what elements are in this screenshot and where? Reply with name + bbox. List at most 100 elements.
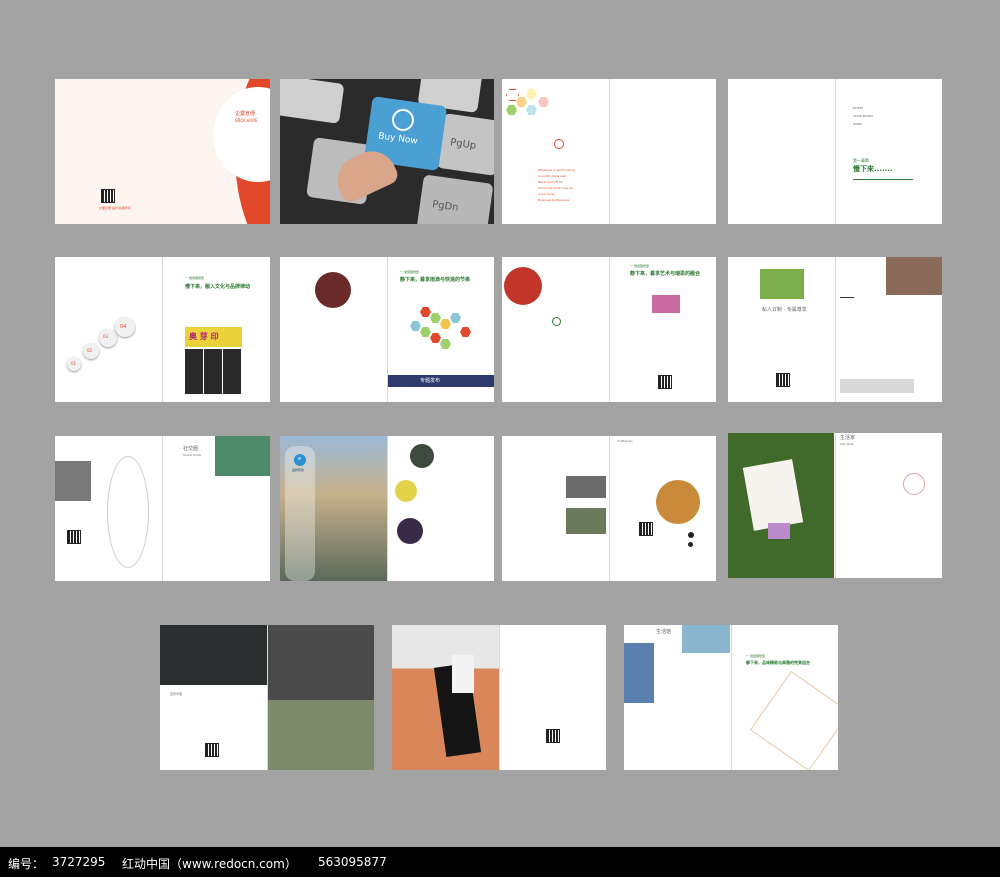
store-sign-text: 奥 芽 印	[189, 332, 219, 341]
outline-triangle	[749, 670, 838, 770]
navy-band	[388, 375, 494, 387]
round-photo	[410, 444, 434, 468]
card-photo	[566, 476, 606, 498]
hex-cell	[420, 327, 431, 337]
qr-code	[546, 729, 560, 743]
page-lifestyle: 生活家 Life style	[728, 433, 942, 578]
hex-orange	[516, 97, 527, 107]
section-sub: Social circle	[183, 453, 201, 457]
outline-circle	[903, 473, 925, 495]
gift-card	[742, 459, 804, 531]
dot-black	[688, 542, 693, 547]
watermark-number: 3727295	[52, 855, 106, 869]
round-photo	[656, 480, 700, 524]
spine	[835, 257, 836, 402]
spread-title: 慢下来，融入文化与品牌律动	[185, 284, 251, 290]
intro-line: is worth doing well	[538, 174, 567, 178]
hex-blue	[526, 105, 537, 115]
page-closing: 生活馆 一 慢慢理想型 静下来，品味精致与典雅的完美组合	[624, 625, 838, 770]
qr-code	[776, 373, 790, 387]
chapter-label: 第一章節	[853, 158, 869, 163]
step-number: 03	[103, 334, 109, 339]
people-photo	[682, 625, 730, 653]
product-photo	[652, 295, 680, 313]
cards-photo	[55, 461, 91, 501]
leaflet-photo	[624, 643, 654, 703]
spine	[267, 625, 268, 770]
hex-cell	[430, 333, 441, 343]
spread-title: 静下来，着享雨滴与快速的节奏	[400, 277, 471, 283]
divider	[840, 297, 854, 298]
kicker: 一 慢慢理想型	[185, 276, 204, 280]
keyboard-key-pgdn	[416, 174, 494, 224]
spine	[731, 625, 732, 770]
spread-title: 静下来，品味精致与典雅的完美组合	[746, 660, 810, 665]
hex-pink	[538, 97, 549, 107]
chapter-rule	[853, 179, 913, 180]
spine	[835, 433, 836, 578]
cover-subtitle: BROCHURE	[235, 118, 258, 123]
spine	[609, 436, 610, 581]
spine	[162, 257, 163, 402]
dot-black	[688, 532, 694, 538]
page-chapter1: NOTES SLOW DOWN WORK 第一章節 慢下來.......	[728, 79, 942, 224]
spine	[835, 79, 836, 224]
ie-logo-icon	[392, 109, 414, 131]
cover-footer: 企業宣傳 設計 版權所有	[99, 206, 131, 210]
spine	[499, 625, 500, 770]
page-quiet-time: 一 慢慢理想型 静下来，着享雨滴与快速的节奏 专题发布	[280, 257, 494, 402]
hex-cell	[440, 319, 451, 329]
crafts-header: Craftsman	[617, 439, 633, 443]
section-heading: 社交圈	[183, 446, 199, 452]
hex-cell	[450, 313, 461, 323]
qr-code	[658, 375, 672, 389]
page-quiet-art: 一 慢慢理想型 静下来，着享艺术与瑞思的融合	[502, 257, 716, 402]
brochure-photo	[267, 625, 374, 700]
chapter-note: NOTES	[853, 106, 864, 110]
page-brochure-spread: 宣传手册	[160, 625, 374, 770]
cover-title: 企業宣傳	[235, 111, 256, 117]
round-photo	[504, 267, 542, 305]
photo-grid	[185, 349, 242, 394]
kicker: 一 慢慢理想型	[630, 264, 649, 268]
product-strip	[840, 379, 914, 393]
chapter-title: 慢下來.......	[853, 165, 893, 173]
page-crafts: Craftsman	[502, 436, 716, 581]
hex-red	[506, 89, 519, 101]
watermark-id: 563095877	[318, 855, 387, 869]
page-community: 社交圈 Social circle	[55, 436, 270, 581]
chapter-note: WORK	[853, 122, 863, 126]
brochure-photo	[160, 625, 267, 685]
hex-cell	[460, 327, 471, 337]
spine	[387, 436, 388, 581]
round-photo	[397, 518, 423, 544]
hex-cell	[420, 307, 431, 317]
hex-cell	[440, 339, 451, 349]
qr-code	[67, 530, 81, 544]
hex-cell	[430, 313, 441, 323]
brochure-photo	[267, 700, 374, 770]
closing-heading: 生活馆	[656, 629, 672, 635]
cover-qr-code	[101, 189, 115, 203]
spine	[609, 257, 610, 402]
city-logo: e	[298, 456, 302, 462]
page-sand	[392, 625, 606, 770]
step-number: 04	[120, 324, 127, 330]
spine	[162, 436, 163, 581]
intro-line: Never put off till	[538, 180, 563, 184]
watermark-number-label: 编号：	[8, 857, 45, 871]
gift-box	[768, 523, 790, 539]
band-label: 专题发布	[420, 378, 441, 384]
step-number: 01	[71, 361, 77, 366]
intro-line: done today	[538, 192, 555, 196]
white-block	[452, 655, 474, 693]
intro-line: Business to Business	[538, 198, 570, 202]
hex-cell	[410, 321, 421, 331]
round-photo	[395, 480, 417, 502]
target-icon	[552, 317, 561, 326]
spread-title: 私人订制 · 专属尊享	[762, 307, 807, 313]
page-city: e 品牌形象	[280, 436, 494, 581]
hex-yellow	[526, 89, 537, 99]
round-photo	[315, 272, 351, 308]
page-hex-intro: Whatever is worth doing is worth doing w…	[502, 79, 716, 224]
